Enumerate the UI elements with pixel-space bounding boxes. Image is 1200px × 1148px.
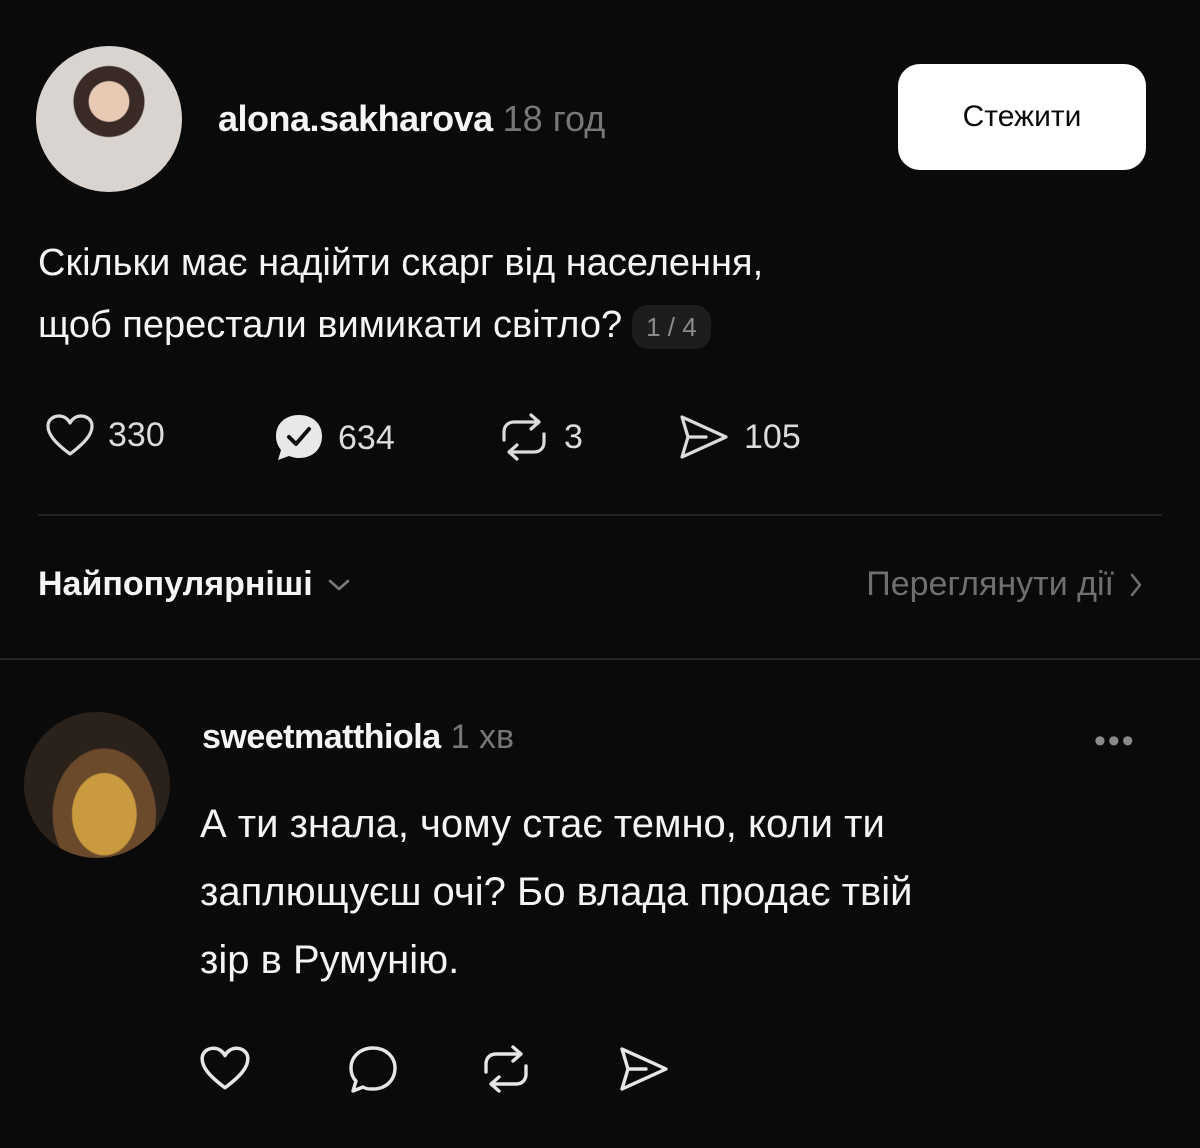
divider: [38, 514, 1162, 516]
page-indicator-badge: 1 / 4: [632, 304, 711, 349]
repost-count: 3: [564, 417, 583, 456]
send-icon: [620, 1047, 668, 1091]
repost-icon: [502, 413, 546, 461]
author-username[interactable]: alona.sakharova: [218, 98, 493, 139]
like-button[interactable]: 330: [44, 412, 165, 458]
repost-icon: [484, 1045, 528, 1093]
commenter-avatar[interactable]: [24, 712, 170, 858]
divider: [0, 658, 1200, 660]
comment-repost-button[interactable]: [478, 1044, 534, 1099]
comment-text-line: А ти знала, чому стає темно, коли ти: [200, 802, 885, 846]
reply-button[interactable]: 634: [272, 412, 395, 464]
follow-button[interactable]: Стежити: [898, 64, 1146, 170]
post-text: Скільки має надійти скарг від населення,…: [38, 232, 1038, 356]
heart-icon: [200, 1046, 250, 1090]
comment-share-button[interactable]: [616, 1044, 672, 1099]
comment-reply-button[interactable]: [346, 1044, 400, 1101]
comment-bubble-icon: [276, 415, 322, 460]
send-icon: [680, 415, 728, 459]
comment-text: А ти знала, чому стає темно, коли ти зап…: [200, 790, 1140, 994]
heart-icon: [46, 414, 94, 456]
post-text-line-with-badge: щоб перестали вимикати світло? 1 / 4: [38, 294, 1038, 356]
repost-button[interactable]: 3: [496, 412, 583, 462]
author-avatar[interactable]: [36, 46, 182, 192]
comment-like-button[interactable]: [198, 1044, 252, 1097]
comment-text-line: зір в Румунію.: [200, 938, 460, 982]
comment-time: 1 хв: [450, 718, 515, 756]
like-count: 330: [108, 415, 165, 454]
sort-label: Найпопулярніші: [38, 565, 313, 603]
comment-text-line: заплющуєш очі? Бо влада продає твій: [200, 870, 913, 914]
chevron-right-icon: [1130, 573, 1142, 596]
post-text-line: щоб перестали вимикати світло?: [38, 304, 623, 346]
view-activity-label: Переглянути дії: [866, 565, 1114, 603]
comment-bubble-icon: [349, 1046, 397, 1093]
post-text-line: Скільки має надійти скарг від населення,: [38, 242, 764, 284]
share-button[interactable]: 105: [676, 412, 801, 462]
view-activity-link[interactable]: Переглянути дії: [866, 565, 1144, 604]
commenter-username[interactable]: sweetmatthiola: [202, 718, 441, 756]
share-count: 105: [744, 417, 801, 456]
comment-header: sweetmatthiola 1 хв: [202, 718, 514, 757]
chevron-down-icon: [328, 579, 349, 590]
post-header: alona.sakharova 18 год: [218, 98, 605, 140]
post-time: 18 год: [502, 98, 606, 139]
reply-count: 634: [338, 418, 395, 457]
sort-select[interactable]: Найпопулярніші: [38, 565, 351, 604]
more-options-button[interactable]: •••: [1094, 722, 1136, 761]
